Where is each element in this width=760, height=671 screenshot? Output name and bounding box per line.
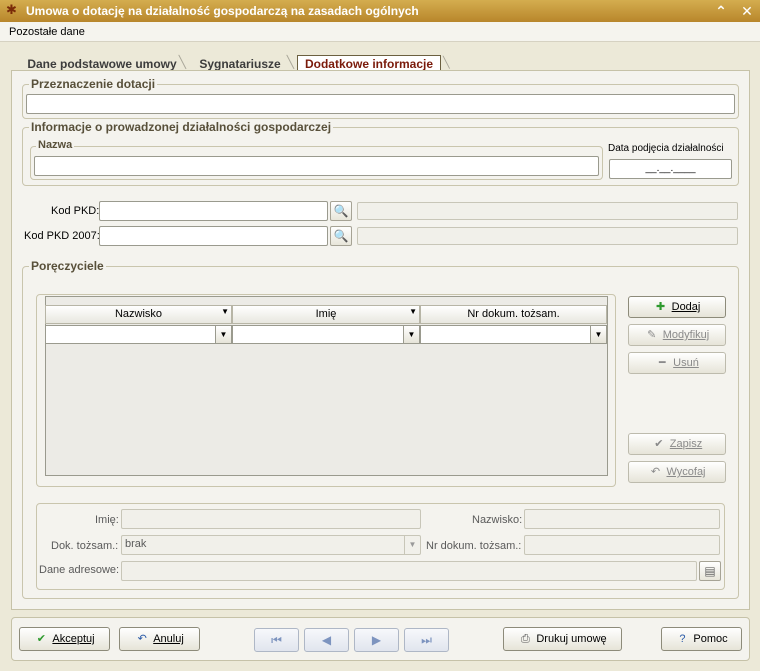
modyfikuj-button[interactable]: ✎ Modyfikuj [628, 324, 726, 346]
anuluj-button[interactable]: ↶ Anuluj [119, 627, 200, 651]
dodaj-label: Dodaj [671, 301, 701, 313]
zapisz-button[interactable]: ✔ Zapisz [628, 433, 726, 455]
filter-imie[interactable]: ▼ [232, 325, 420, 344]
tab-label: Sygnatariusze [199, 57, 281, 71]
dropdown-arrow-icon: ▼ [404, 536, 420, 554]
last-icon: ⏭ [421, 633, 432, 647]
undo-icon: ↶ [137, 633, 147, 645]
column-header-label: Imię [315, 308, 337, 320]
imie-label: Imię: [95, 514, 119, 526]
previous-record-button[interactable]: ◀ [304, 628, 349, 652]
dodaj-button[interactable]: ✚ Dodaj [628, 296, 726, 318]
menu-bar: Pozostałe dane [0, 22, 760, 42]
kod-pkd2007-input[interactable] [99, 226, 328, 246]
column-header-nr-dokum[interactable]: Nr dokum. tożsam. [420, 305, 607, 324]
plus-icon: ✚ [656, 301, 666, 313]
tab-label: Dodatkowe informacje [304, 57, 434, 71]
kod-pkd-search-button[interactable]: 🔍 [330, 201, 352, 221]
dropdown-arrow-icon[interactable]: ▼ [590, 326, 606, 343]
column-header-label: Nazwisko [114, 308, 163, 320]
wycofaj-label: Wycofaj [666, 466, 706, 478]
nazwisko-field [524, 509, 720, 529]
column-header-nazwisko[interactable]: Nazwisko ▼ [45, 305, 232, 324]
dok-tozsam-label: Dok. tożsam.: [51, 540, 119, 552]
zapisz-label: Zapisz [669, 438, 703, 450]
akceptuj-button[interactable]: ✔ Akceptuj [19, 627, 110, 651]
last-record-button[interactable]: ⏭ [404, 628, 449, 652]
checkmark-icon: ✔ [654, 438, 664, 450]
dane-adresowe-field [121, 561, 697, 581]
przeznaczenie-title: Przeznaczenie dotacji [29, 77, 158, 91]
pomoc-label: Pomoc [693, 633, 728, 645]
dane-adresowe-label: Dane adresowe: [39, 564, 120, 576]
nazwa-input[interactable] [34, 156, 599, 176]
dok-tozsam-value: brak [125, 538, 147, 550]
next-record-button[interactable]: ▶ [354, 628, 399, 652]
minus-icon: ━ [658, 357, 666, 369]
document-icon: ▤ [704, 564, 716, 578]
tab-label: Dane podstawowe umowy [27, 57, 177, 71]
search-icon: 🔍 [333, 229, 349, 243]
anuluj-label: Anuluj [153, 633, 184, 645]
data-podjecia-label: Data podjęcia działalności [608, 143, 724, 154]
drukuj-umowe-button[interactable]: ⎙ Drukuj umowę [503, 627, 622, 651]
kod-pkd-input[interactable] [99, 201, 328, 221]
filter-nr-dokum[interactable]: ▼ [420, 325, 607, 344]
minimize-icon[interactable]: ⌃ [712, 2, 730, 20]
kod-pkd2007-description [357, 227, 738, 245]
dzialalnosc-title: Informacje o prowadzonej działalności go… [29, 120, 334, 134]
column-header-label: Nr dokum. tożsam. [467, 308, 560, 320]
dok-tozsam-select: brak ▼ [121, 535, 421, 555]
wycofaj-button[interactable]: ↶ Wycofaj [628, 461, 726, 483]
help-icon: ? [679, 633, 686, 645]
undo-icon: ↶ [650, 466, 661, 478]
filter-nazwisko[interactable]: ▼ [45, 325, 232, 344]
dropdown-arrow-icon[interactable]: ▼ [403, 326, 419, 343]
dane-adresowe-button[interactable]: ▤ [699, 561, 721, 581]
checkmark-icon: ✔ [36, 633, 46, 645]
dropdown-arrow-icon[interactable]: ▼ [215, 326, 231, 343]
poreczyciele-title: Poręczyciele [29, 259, 106, 273]
nr-dokum-label: Nr dokum. tożsam.: [426, 540, 522, 552]
column-header-imie[interactable]: Imię ▼ [232, 305, 420, 324]
drukuj-label: Drukuj umowę [536, 633, 607, 645]
nr-dokum-field [524, 535, 720, 555]
usun-button[interactable]: ━ Usuń [628, 352, 726, 374]
kod-pkd2007-label: Kod PKD 2007: [24, 230, 100, 242]
kod-pkd2007-search-button[interactable]: 🔍 [330, 226, 352, 246]
title-bar: ✱ Umowa o dotację na działalność gospoda… [0, 0, 760, 22]
tab-separator: ╲ [443, 57, 450, 69]
previous-icon: ◀ [321, 633, 332, 647]
imie-field [121, 509, 421, 529]
menu-item-pozostale-dane[interactable]: Pozostałe dane [9, 26, 85, 38]
edit-icon: ✎ [647, 329, 657, 341]
next-icon: ▶ [371, 633, 382, 647]
usun-label: Usuń [673, 357, 699, 369]
akceptuj-label: Akceptuj [52, 633, 95, 645]
close-icon[interactable]: ✕ [738, 2, 756, 20]
pomoc-button[interactable]: ? Pomoc [661, 627, 742, 651]
first-record-button[interactable]: ⏮ [254, 628, 299, 652]
nazwa-title: Nazwa [36, 139, 75, 151]
kod-pkd-description [357, 202, 738, 220]
kod-pkd-label: Kod PKD: [51, 205, 100, 217]
window-title: Umowa o dotację na działalność gospodarc… [26, 4, 419, 18]
search-icon: 🔍 [333, 204, 349, 218]
nazwisko-label: Nazwisko: [472, 514, 523, 526]
data-podjecia-input[interactable]: __.__.____ [609, 159, 732, 179]
app-icon: ✱ [6, 2, 17, 17]
filter-arrow-icon: ▼ [409, 307, 417, 316]
przeznaczenie-input[interactable] [26, 94, 735, 114]
modyfikuj-label: Modyfikuj [662, 329, 710, 341]
first-icon: ⏮ [271, 633, 282, 647]
printer-icon: ⎙ [520, 633, 530, 645]
filter-arrow-icon: ▼ [221, 307, 229, 316]
